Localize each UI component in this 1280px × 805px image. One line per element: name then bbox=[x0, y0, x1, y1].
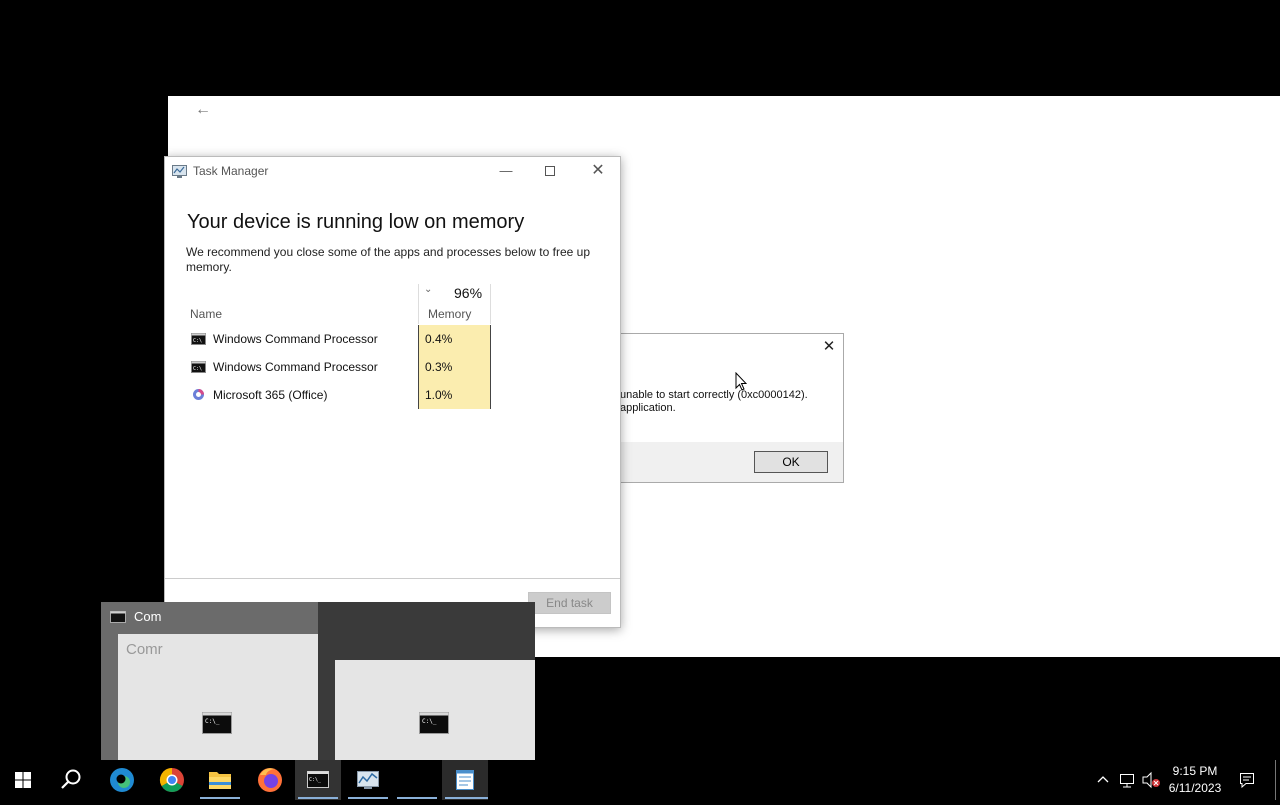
cmd-icon: C:\ bbox=[191, 361, 206, 373]
command-prompt-icon: C:\_ bbox=[307, 771, 329, 788]
process-name: Windows Command Processor bbox=[213, 360, 378, 374]
task-manager-icon bbox=[172, 165, 187, 178]
process-memory: 0.3% bbox=[425, 360, 453, 374]
ok-button[interactable]: OK bbox=[754, 451, 828, 473]
taskbar-command-prompt[interactable]: C:\_ bbox=[295, 760, 341, 800]
taskbar-empty-slot[interactable] bbox=[397, 760, 443, 800]
back-arrow-icon[interactable]: ← bbox=[192, 100, 214, 120]
cmd-icon: C:\ bbox=[191, 333, 206, 345]
preview-title: Com bbox=[134, 609, 162, 624]
process-name: Windows Command Processor bbox=[213, 332, 378, 346]
volume-muted-icon[interactable] bbox=[1141, 771, 1161, 789]
minimize-button[interactable]: — bbox=[496, 161, 516, 181]
taskbar-file-explorer[interactable] bbox=[197, 760, 243, 800]
memory-column-label: Memory bbox=[428, 307, 472, 321]
preview-thumbnail-text: Comr bbox=[126, 641, 163, 658]
clock-date[interactable]: 6/11/2023 bbox=[1165, 781, 1225, 795]
clock-time[interactable]: 9:15 PM bbox=[1167, 764, 1223, 778]
cmd-icon bbox=[110, 611, 126, 623]
svg-text:C:\: C:\ bbox=[193, 366, 202, 372]
chrome-icon bbox=[159, 768, 184, 793]
taskbar-edge[interactable] bbox=[99, 760, 145, 800]
taskbar-firefox[interactable] bbox=[247, 760, 293, 800]
svg-text:C:\_: C:\_ bbox=[205, 718, 220, 725]
edge-icon bbox=[110, 768, 134, 792]
running-indicator bbox=[445, 797, 488, 799]
search-icon bbox=[61, 769, 81, 789]
error-message-line1: unable to start correctly (0xc0000142). bbox=[620, 389, 808, 401]
notifications-icon[interactable] bbox=[1238, 771, 1256, 789]
firefox-icon bbox=[258, 768, 282, 792]
name-column-header[interactable]: Name bbox=[190, 307, 222, 321]
chevron-up-icon[interactable] bbox=[1095, 772, 1111, 788]
process-memory: 0.4% bbox=[425, 332, 453, 346]
end-task-button[interactable]: End task bbox=[528, 592, 611, 614]
taskbar-notepad[interactable] bbox=[442, 760, 488, 800]
error-message-line2: application. bbox=[620, 402, 676, 414]
footer-divider bbox=[165, 578, 620, 579]
process-name: Microsoft 365 (Office) bbox=[213, 388, 328, 402]
process-memory: 1.0% bbox=[425, 388, 453, 402]
window-title: Task Manager bbox=[193, 164, 269, 178]
start-button[interactable] bbox=[0, 760, 46, 800]
network-icon[interactable] bbox=[1118, 771, 1136, 789]
running-indicator bbox=[298, 797, 338, 799]
taskbar-chrome[interactable] bbox=[149, 760, 195, 800]
running-indicator bbox=[348, 797, 388, 799]
page-title: Your device is running low on memory bbox=[187, 211, 525, 233]
windows-start-icon bbox=[15, 772, 31, 788]
notepad-icon bbox=[456, 770, 474, 790]
svg-text:C:\_: C:\_ bbox=[422, 718, 437, 725]
svg-text:C:\: C:\ bbox=[193, 338, 202, 344]
office-icon bbox=[193, 389, 204, 400]
running-indicator bbox=[200, 797, 240, 799]
svg-text:C:\_: C:\_ bbox=[309, 777, 322, 783]
mouse-cursor-icon bbox=[735, 372, 747, 391]
taskbar-task-manager[interactable] bbox=[345, 760, 391, 800]
chevron-down-icon: ⌄ bbox=[424, 284, 433, 295]
cmd-icon: C:\_ bbox=[202, 712, 232, 734]
maximize-icon bbox=[545, 166, 555, 176]
memory-total: 96% bbox=[454, 285, 483, 301]
show-desktop-button[interactable] bbox=[1275, 760, 1276, 800]
cmd-icon: C:\_ bbox=[419, 712, 449, 734]
file-explorer-icon bbox=[209, 772, 231, 789]
running-indicator bbox=[397, 797, 437, 799]
search-button[interactable] bbox=[48, 760, 94, 800]
task-manager-icon bbox=[357, 771, 379, 789]
close-button[interactable]: ✕ bbox=[588, 161, 608, 181]
maximize-button[interactable] bbox=[540, 161, 560, 181]
description-text: We recommend you close some of the apps … bbox=[186, 245, 590, 274]
error-dialog-close-icon[interactable]: ✕ bbox=[820, 338, 838, 356]
preview-thumbnail[interactable] bbox=[335, 660, 535, 760]
